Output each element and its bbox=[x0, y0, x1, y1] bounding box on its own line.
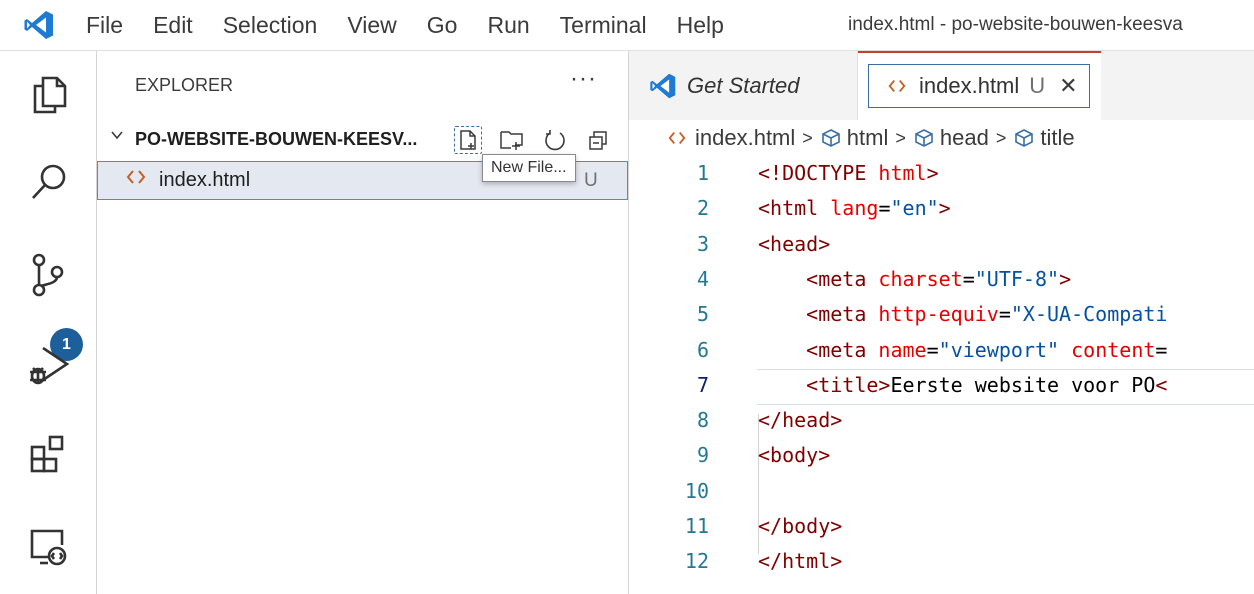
menu-file[interactable]: File bbox=[78, 12, 138, 39]
editor-tab-bar: Get Started index.html U ✕ bbox=[629, 51, 1254, 122]
tab-index-status: U bbox=[1029, 73, 1046, 98]
breadcrumb-title[interactable]: title bbox=[1013, 125, 1075, 151]
code-text[interactable]: <html lang="en"> bbox=[758, 196, 951, 220]
remote-explorer-icon[interactable] bbox=[24, 521, 74, 571]
code-line[interactable]: 7 <title>Eerste website voor PO< bbox=[629, 368, 1254, 403]
line-number: 4 bbox=[696, 266, 709, 291]
new-folder-icon[interactable] bbox=[497, 125, 527, 155]
code-text[interactable]: <meta charset="UTF-8"> bbox=[758, 267, 1071, 291]
code-line[interactable]: 8 </head> bbox=[629, 403, 1254, 438]
breadcrumb-file[interactable]: index.html bbox=[667, 125, 795, 151]
workspace-folder-name[interactable]: PO-WEBSITE-BOUWEN-KEESV... bbox=[135, 129, 417, 150]
code-line[interactable]: 6 <meta name="viewport" content= bbox=[629, 333, 1254, 368]
html-file-icon bbox=[887, 76, 907, 96]
code-line[interactable]: 1 <!DOCTYPE html> bbox=[629, 156, 1254, 191]
search-icon[interactable] bbox=[24, 157, 74, 207]
line-number: 3 bbox=[696, 231, 709, 256]
refresh-icon[interactable] bbox=[540, 125, 570, 155]
source-control-icon[interactable] bbox=[24, 251, 74, 301]
line-number: 9 bbox=[696, 443, 709, 468]
code-line[interactable]: 2 <html lang="en"> bbox=[629, 191, 1254, 226]
line-number: 5 bbox=[696, 302, 709, 327]
new-file-tooltip: New File... bbox=[482, 154, 576, 182]
menu-help[interactable]: Help bbox=[662, 12, 739, 39]
html-file-icon bbox=[668, 131, 686, 145]
tab-index-html[interactable]: index.html U ✕ bbox=[858, 51, 1101, 122]
line-number: 8 bbox=[696, 408, 709, 433]
code-text[interactable]: <title>Eerste website voor PO< bbox=[758, 373, 1167, 397]
tab-get-started[interactable]: Get Started bbox=[629, 51, 858, 120]
breadcrumb-separator: > bbox=[995, 127, 1007, 148]
menu-run[interactable]: Run bbox=[472, 12, 544, 39]
breadcrumb-head[interactable]: head bbox=[913, 125, 989, 151]
line-number: 7 bbox=[696, 372, 709, 397]
breadcrumb-head-label[interactable]: head bbox=[940, 125, 989, 151]
html-file-icon bbox=[125, 166, 147, 194]
more-actions-icon[interactable]: ··· bbox=[570, 65, 597, 93]
breadcrumb-separator: > bbox=[802, 127, 813, 148]
window-title: index.html - po-website-bouwen-keesva bbox=[848, 14, 1183, 35]
menu-terminal[interactable]: Terminal bbox=[545, 12, 662, 39]
line-number: 12 bbox=[684, 549, 709, 574]
code-text[interactable]: <head> bbox=[758, 232, 830, 256]
code-line[interactable]: 11 </body> bbox=[629, 509, 1254, 544]
symbol-element-icon bbox=[821, 129, 840, 147]
menu-edit[interactable]: Edit bbox=[138, 12, 208, 39]
code-text[interactable]: </head> bbox=[758, 408, 842, 432]
line-number: 10 bbox=[684, 478, 709, 503]
code-text[interactable]: </html> bbox=[758, 549, 842, 573]
breadcrumb: index.html > html > head > title bbox=[629, 120, 1254, 156]
run-debug-icon[interactable] bbox=[24, 341, 74, 391]
code-editor[interactable]: 1 <!DOCTYPE html> 2 <html lang="en"> 3 <head>… bbox=[629, 156, 1254, 594]
tab-index-focus[interactable]: index.html U ✕ bbox=[868, 64, 1090, 108]
breadcrumb-html-label[interactable]: html bbox=[847, 125, 889, 151]
extensions-icon[interactable] bbox=[24, 431, 74, 481]
file-status-untracked: U bbox=[584, 170, 598, 191]
chevron-down-icon[interactable] bbox=[109, 127, 125, 148]
close-icon[interactable]: ✕ bbox=[1059, 73, 1077, 99]
explorer-title: EXPLORER bbox=[135, 75, 234, 95]
code-text[interactable]: <meta http-equiv="X-UA-Compati bbox=[758, 302, 1167, 326]
line-number: 6 bbox=[696, 337, 709, 362]
title-bar: File Edit Selection View Go Run Terminal… bbox=[0, 0, 1254, 51]
breadcrumb-html[interactable]: html bbox=[820, 125, 889, 151]
code-line[interactable]: 5 <meta http-equiv="X-UA-Compati bbox=[629, 297, 1254, 332]
menu-go[interactable]: Go bbox=[412, 12, 473, 39]
code-line[interactable]: 3 <head> bbox=[629, 227, 1254, 262]
tab-index-label[interactable]: index.html bbox=[919, 73, 1019, 99]
symbol-element-icon bbox=[915, 129, 933, 147]
symbol-element-icon bbox=[1015, 129, 1034, 147]
explorer-sidebar: EXPLORER ··· PO-WEBSITE-BOUWEN-KEESV... bbox=[97, 51, 629, 594]
vscode-logo-icon bbox=[649, 72, 677, 100]
breadcrumb-title-label[interactable]: title bbox=[1040, 125, 1074, 151]
line-number: 1 bbox=[696, 161, 709, 185]
workspace-folder-row[interactable]: PO-WEBSITE-BOUWEN-KEESV... bbox=[97, 122, 628, 156]
tab-get-started-label[interactable]: Get Started bbox=[687, 73, 800, 99]
menu-selection[interactable]: Selection bbox=[208, 12, 333, 39]
code-text[interactable]: <!DOCTYPE html> bbox=[758, 161, 939, 185]
new-file-icon[interactable] bbox=[453, 125, 483, 155]
collapse-all-icon[interactable] bbox=[583, 125, 613, 155]
explorer-icon[interactable] bbox=[24, 69, 74, 119]
activity-bar: 1 bbox=[0, 51, 97, 594]
code-line[interactable]: 4 <meta charset="UTF-8"> bbox=[629, 262, 1254, 297]
file-name[interactable]: index.html bbox=[159, 169, 250, 192]
line-number: 2 bbox=[696, 196, 709, 221]
vscode-logo-icon bbox=[16, 0, 62, 50]
line-number: 11 bbox=[684, 514, 709, 538]
code-line[interactable]: 10 bbox=[629, 474, 1254, 509]
code-text[interactable]: <meta name="viewport" content= bbox=[758, 338, 1167, 362]
code-text[interactable]: <body> bbox=[758, 443, 830, 467]
breadcrumb-separator: > bbox=[895, 127, 906, 148]
code-line[interactable]: 9 <body> bbox=[629, 438, 1254, 473]
breadcrumb-file-label[interactable]: index.html bbox=[695, 125, 795, 151]
code-line[interactable]: 12 </html> bbox=[629, 544, 1254, 579]
menu-view[interactable]: View bbox=[332, 12, 411, 39]
code-text[interactable]: </body> bbox=[758, 514, 842, 538]
